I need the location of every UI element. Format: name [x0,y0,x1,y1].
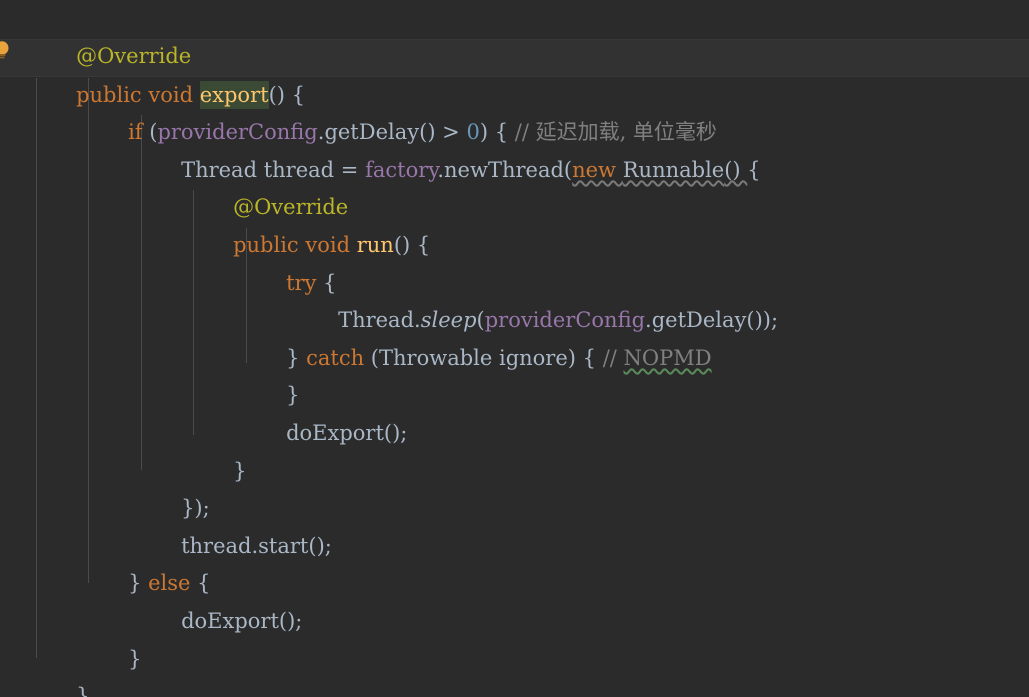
code-line[interactable]: @Override [36,0,191,68]
code-line[interactable]: Thread.sleep(providerConfig.getDelay()); [298,265,778,332]
punctuation: ()); [746,308,779,333]
punctuation: () [724,157,748,182]
code-line[interactable]: public void run() { [193,189,430,257]
code-line[interactable]: if (providerConfig.getDelay() > 0) { // … [88,77,717,144]
method-newthread: newThread [444,157,564,182]
comment-nopmd-typo[interactable]: NOPMD [624,346,712,370]
punctuation: . [437,157,445,182]
type-throwable: Throwable [379,345,493,370]
keyword-catch: catch [306,345,365,370]
code-line[interactable]: doExport(); [141,565,302,633]
punctuation: } [128,646,142,671]
code-line[interactable]: } else { [88,528,210,595]
punctuation: () { [393,232,431,257]
identifier-run[interactable]: run [357,233,394,257]
method-doexport[interactable]: doExport [181,609,279,633]
code-line[interactable]: Thread thread = factory.newThread(new Ru… [141,114,761,182]
punctuation: { [747,157,761,182]
method-start[interactable]: start [258,534,308,558]
field-factory: factory [365,157,438,182]
anonymous-class-warning[interactable]: new Runnable() [572,158,747,182]
code-line[interactable]: } [88,603,141,671]
comment-nopmd-prefix: // [602,345,624,370]
punctuation: (); [383,420,408,445]
code-line[interactable]: try { [246,227,336,295]
code-line[interactable]: doExport(); [246,377,407,445]
code-line[interactable]: }); [141,453,210,520]
code-line[interactable]: } [246,340,299,407]
punctuation: ) { [567,345,603,370]
keyword-new: new [572,157,617,182]
punctuation: ( [563,157,573,182]
code-line[interactable]: public void export() { [36,39,305,109]
punctuation: (); [278,608,303,633]
indent-guide [36,78,37,658]
lightbulb-icon[interactable] [0,40,12,60]
method-doexport[interactable]: doExport [286,421,384,445]
code-line[interactable]: } [193,415,246,483]
code-line[interactable]: thread.start(); [141,490,332,558]
param-ignore: ignore [498,345,568,370]
type-runnable: Runnable [622,157,725,182]
punctuation: ( [364,345,379,370]
code-line[interactable]: } [36,641,89,697]
punctuation: } [76,684,90,697]
punctuation: (); [308,533,332,558]
code-editor[interactable]: @Override public void export() { if (pro… [0,0,1029,697]
punctuation: } [233,458,247,483]
code-line[interactable]: } catch (Throwable ignore) { // NOPMD [246,302,712,370]
code-line[interactable]: @Override [193,152,348,219]
